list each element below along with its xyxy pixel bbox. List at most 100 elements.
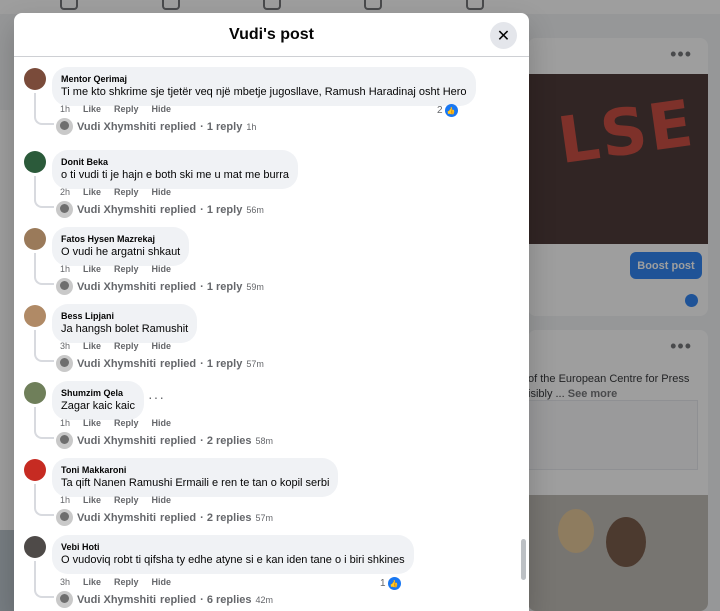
comment-item: Fatos Hysen Mazrekaj O vudi he argatni s… [14, 221, 514, 298]
reaction-count[interactable]: 2 👍 [437, 104, 458, 117]
reply-author: Vudi Xhymshiti [77, 280, 157, 293]
comment-actions: 3h Like Reply Hide [60, 577, 171, 587]
avatar[interactable] [24, 228, 46, 250]
comment-author[interactable]: Donit Beka [61, 156, 289, 168]
comment-text: o ti vudi ti je hajn e both ski me u mat… [61, 169, 290, 181]
comment-author[interactable]: Mentor Qerimaj [61, 73, 467, 85]
reply-button[interactable]: Reply [114, 341, 139, 351]
reply-button[interactable]: Reply [114, 418, 139, 428]
reply-count: · 1 reply [200, 203, 243, 216]
reply-count: · 1 reply [200, 120, 243, 133]
reply-author: Vudi Xhymshiti [77, 357, 157, 370]
avatar[interactable] [24, 459, 46, 481]
like-button[interactable]: Like [83, 577, 101, 587]
comment-item: Shumzim Qela Zagar kaic kaic ··· 1h Like… [14, 375, 514, 452]
comment-time[interactable]: 1h [60, 264, 70, 274]
reply-verb: replied [160, 511, 197, 524]
avatar[interactable] [24, 151, 46, 173]
comment-bubble: Mentor Qerimaj Ti me kto shkrime sje tje… [52, 67, 476, 106]
like-button[interactable]: Like [83, 187, 101, 197]
comment-bubble: Fatos Hysen Mazrekaj O vudi he argatni s… [52, 227, 190, 266]
like-button[interactable]: Like [83, 264, 101, 274]
hide-button[interactable]: Hide [152, 104, 172, 114]
hide-button[interactable]: Hide [152, 577, 172, 587]
reply-time: 58m [255, 435, 273, 446]
reaction-count[interactable]: 1 👍 [380, 577, 401, 590]
comment-actions: 1h Like Reply Hide [60, 418, 171, 428]
view-replies[interactable]: Vudi Xhymshiti replied · 1 reply 56m [56, 201, 264, 218]
reply-verb: replied [160, 593, 197, 606]
comment-time[interactable]: 2h [60, 187, 70, 197]
reply-button[interactable]: Reply [114, 187, 139, 197]
reply-author: Vudi Xhymshiti [77, 511, 157, 524]
comment-time[interactable]: 1h [60, 104, 70, 114]
reply-time: 42m [255, 594, 273, 605]
comment-item: Mentor Qerimaj Ti me kto shkrime sje tje… [14, 61, 514, 138]
comment-author[interactable]: Vebi Hoti [61, 541, 405, 553]
reply-count: · 2 replies [200, 511, 252, 524]
dialog-header: Vudi's post ✕ [14, 13, 529, 57]
view-replies[interactable]: Vudi Xhymshiti replied · 1 reply 57m [56, 355, 264, 372]
view-replies[interactable]: Vudi Xhymshiti replied · 6 replies 42m [56, 591, 273, 608]
reply-button[interactable]: Reply [114, 264, 139, 274]
comment-bubble: Shumzim Qela Zagar kaic kaic [52, 381, 144, 420]
reply-button[interactable]: Reply [114, 495, 139, 505]
reply-author: Vudi Xhymshiti [77, 434, 157, 447]
avatar [56, 118, 73, 135]
close-icon: ✕ [496, 27, 511, 45]
comment-actions: 1h Like Reply Hide [60, 264, 171, 274]
avatar[interactable] [24, 305, 46, 327]
comment-bubble: Vebi Hoti O vudoviq robt ti qifsha ty ed… [52, 535, 414, 574]
comment-text: Ta qift Nanen Ramushi Ermaili e ren te t… [61, 477, 330, 489]
comment-text: Ja hangsh bolet Ramushit [61, 323, 189, 335]
comment-actions: 1h Like Reply Hide [60, 495, 171, 505]
avatar [56, 355, 73, 372]
comment-time[interactable]: 1h [60, 495, 70, 505]
reply-button[interactable]: Reply [114, 577, 139, 587]
hide-button[interactable]: Hide [152, 418, 172, 428]
comment-author[interactable]: Fatos Hysen Mazrekaj [61, 233, 180, 245]
avatar[interactable] [24, 382, 46, 404]
comment-list: Mentor Qerimaj Ti me kto shkrime sje tje… [14, 58, 529, 611]
avatar[interactable] [24, 536, 46, 558]
view-replies[interactable]: Vudi Xhymshiti replied · 1 reply 59m [56, 278, 264, 295]
post-dialog: Vudi's post ✕ Mentor Qerimaj Ti me kto s… [14, 13, 529, 611]
reply-button[interactable]: Reply [114, 104, 139, 114]
hide-button[interactable]: Hide [152, 187, 172, 197]
avatar [56, 509, 73, 526]
like-button[interactable]: Like [83, 418, 101, 428]
avatar [56, 591, 73, 608]
comment-actions: 1h Like Reply Hide [60, 104, 171, 114]
view-replies[interactable]: Vudi Xhymshiti replied · 1 reply 1h [56, 118, 256, 135]
reply-author: Vudi Xhymshiti [77, 593, 157, 606]
close-button[interactable]: ✕ [490, 22, 517, 49]
comment-bubble: Toni Makkaroni Ta qift Nanen Ramushi Erm… [52, 458, 339, 497]
comment-item: Toni Makkaroni Ta qift Nanen Ramushi Erm… [14, 452, 514, 529]
avatar[interactable] [24, 68, 46, 90]
comment-author[interactable]: Toni Makkaroni [61, 464, 329, 476]
comment-author[interactable]: Bess Lipjani [61, 310, 188, 322]
reply-time: 57m [255, 512, 273, 523]
like-button[interactable]: Like [83, 104, 101, 114]
hide-button[interactable]: Hide [152, 341, 172, 351]
view-replies[interactable]: Vudi Xhymshiti replied · 2 replies 58m [56, 432, 273, 449]
comment-text: Zagar kaic kaic [61, 400, 135, 412]
reply-author: Vudi Xhymshiti [77, 120, 157, 133]
comment-time[interactable]: 3h [60, 341, 70, 351]
view-replies[interactable]: Vudi Xhymshiti replied · 2 replies 57m [56, 509, 273, 526]
reply-time: 1h [246, 121, 257, 132]
comment-item: Bess Lipjani Ja hangsh bolet Ramushit 3h… [14, 298, 514, 375]
hide-button[interactable]: Hide [152, 264, 172, 274]
comment-options-icon[interactable]: ··· [148, 389, 165, 405]
comment-bubble: Donit Beka o ti vudi ti je hajn e both s… [52, 150, 299, 189]
scrollbar[interactable] [521, 539, 526, 580]
comment-item: Donit Beka o ti vudi ti je hajn e both s… [14, 144, 514, 221]
like-button[interactable]: Like [83, 341, 101, 351]
reply-author: Vudi Xhymshiti [77, 203, 157, 216]
comment-time[interactable]: 3h [60, 577, 70, 587]
hide-button[interactable]: Hide [152, 495, 172, 505]
comment-time[interactable]: 1h [60, 418, 70, 428]
reply-time: 57m [246, 358, 264, 369]
like-button[interactable]: Like [83, 495, 101, 505]
comment-author[interactable]: Shumzim Qela [61, 387, 135, 399]
